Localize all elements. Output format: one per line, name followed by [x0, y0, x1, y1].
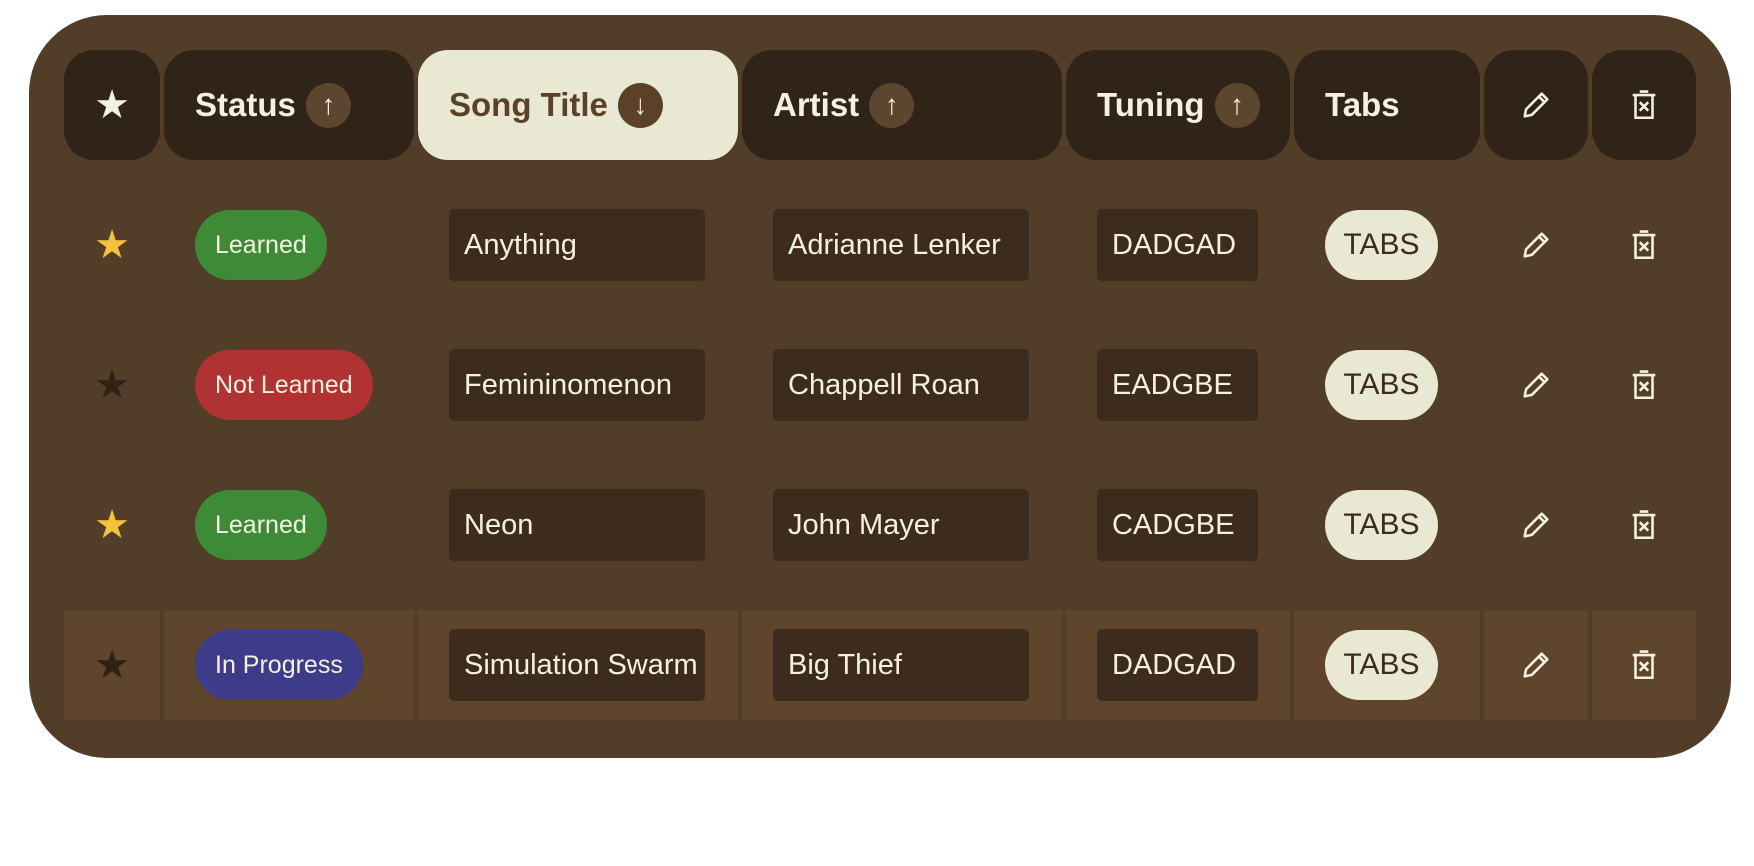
star-icon[interactable]: ★: [64, 645, 160, 685]
artist-cell: Adrianne Lenker: [742, 190, 1062, 300]
status-badge[interactable]: Learned: [195, 490, 327, 560]
sort-status-button[interactable]: ↑: [305, 82, 351, 128]
songs-table: ★ Status ↑ Song Title ↓ Artist ↑ Tuning …: [29, 15, 1731, 758]
edit-button[interactable]: [1484, 330, 1588, 440]
pencil-icon: [1523, 232, 1549, 258]
artist-field[interactable]: Big Thief: [773, 629, 1029, 701]
favorite-cell[interactable]: ★: [64, 330, 160, 440]
status-cell: Learned: [164, 470, 414, 580]
tabs-button[interactable]: TABS: [1325, 630, 1438, 700]
trash-x-icon: [1632, 230, 1656, 260]
edit-button[interactable]: [1484, 470, 1588, 580]
header-delete-cell: [1592, 50, 1696, 160]
tabs-cell: TABS: [1294, 330, 1480, 440]
artist-cell: Big Thief: [742, 610, 1062, 720]
arrow-up-icon: ↑: [884, 89, 899, 120]
favorite-cell[interactable]: ★: [64, 610, 160, 720]
delete-button[interactable]: [1592, 610, 1696, 720]
artist-cell: Chappell Roan: [742, 330, 1062, 440]
sort-tuning-button[interactable]: ↑: [1214, 82, 1260, 128]
header-artist-label: Artist: [773, 86, 860, 123]
pencil-icon: [1523, 652, 1549, 678]
tabs-button[interactable]: TABS: [1325, 350, 1438, 420]
table-row: ★ Learned Anything Adrianne Lenker DADGAD TAB…: [64, 190, 1696, 300]
tabs-cell: TABS: [1294, 190, 1480, 300]
header-song-title[interactable]: Song Title ↓: [418, 50, 738, 160]
title-cell: Neon: [418, 470, 738, 580]
table-row: ★ In Progress Simulation Swarm Big Thief DAD…: [64, 610, 1696, 720]
header-tuning[interactable]: Tuning ↑: [1066, 50, 1290, 160]
song-title-field[interactable]: Anything: [449, 209, 705, 281]
header-tuning-label: Tuning: [1097, 86, 1205, 123]
star-icon[interactable]: ★: [64, 505, 160, 545]
favorite-cell[interactable]: ★: [64, 470, 160, 580]
trash-x-icon: [1632, 510, 1656, 540]
arrow-up-icon: ↑: [1230, 89, 1245, 120]
star-icon[interactable]: ★: [64, 225, 160, 265]
status-badge[interactable]: Learned: [195, 210, 327, 280]
title-cell: Simulation Swarm: [418, 610, 738, 720]
title-cell: Anything: [418, 190, 738, 300]
delete-button[interactable]: [1592, 190, 1696, 300]
header-artist[interactable]: Artist ↑: [742, 50, 1062, 160]
pencil-icon: [1523, 372, 1549, 398]
header-tabs: Tabs: [1294, 50, 1480, 160]
header-status[interactable]: Status ↑: [164, 50, 414, 160]
tuning-field[interactable]: EADGBE: [1097, 349, 1258, 421]
header-favorite-cell[interactable]: ★: [64, 50, 160, 160]
title-cell: Femininomenon: [418, 330, 738, 440]
tuning-cell: EADGBE: [1066, 330, 1290, 440]
status-badge[interactable]: In Progress: [195, 630, 363, 700]
favorite-cell[interactable]: ★: [64, 190, 160, 300]
sort-title-button[interactable]: ↓: [617, 82, 663, 128]
tabs-button[interactable]: TABS: [1325, 210, 1438, 280]
tabs-cell: TABS: [1294, 610, 1480, 720]
status-cell: Not Learned: [164, 330, 414, 440]
tuning-cell: CADGBE: [1066, 470, 1290, 580]
artist-field[interactable]: Chappell Roan: [773, 349, 1029, 421]
table-row: ★ Learned Neon John Mayer CADGBE TABS: [64, 470, 1696, 580]
header-song-title-label: Song Title: [449, 86, 608, 123]
status-badge[interactable]: Not Learned: [195, 350, 373, 420]
trash-x-icon: [1632, 650, 1656, 680]
tabs-cell: TABS: [1294, 470, 1480, 580]
header-tabs-label: Tabs: [1325, 86, 1400, 123]
pencil-icon: [1523, 512, 1549, 538]
tuning-field[interactable]: DADGAD: [1097, 209, 1258, 281]
delete-button[interactable]: [1592, 330, 1696, 440]
tabs-button[interactable]: TABS: [1325, 490, 1438, 560]
artist-cell: John Mayer: [742, 470, 1062, 580]
status-cell: In Progress: [164, 610, 414, 720]
artist-field[interactable]: John Mayer: [773, 489, 1029, 561]
artist-field[interactable]: Adrianne Lenker: [773, 209, 1029, 281]
tuning-field[interactable]: CADGBE: [1097, 489, 1258, 561]
tuning-cell: DADGAD: [1066, 190, 1290, 300]
tuning-field[interactable]: DADGAD: [1097, 629, 1258, 701]
arrow-up-icon: ↑: [321, 89, 336, 120]
trash-x-icon: [1632, 370, 1656, 400]
arrow-down-icon: ↓: [633, 89, 648, 120]
header-edit-cell: [1484, 50, 1588, 160]
pencil-icon: [1523, 92, 1549, 118]
song-title-field[interactable]: Femininomenon: [449, 349, 705, 421]
status-cell: Learned: [164, 190, 414, 300]
edit-button[interactable]: [1484, 190, 1588, 300]
table-row: ★ Not Learned Femininomenon Chappell Roan EA…: [64, 330, 1696, 440]
sort-artist-button[interactable]: ↑: [869, 82, 915, 128]
song-title-field[interactable]: Neon: [449, 489, 705, 561]
tuning-cell: DADGAD: [1066, 610, 1290, 720]
header-status-label: Status: [195, 86, 296, 123]
delete-button[interactable]: [1592, 470, 1696, 580]
trash-x-icon: [1632, 90, 1656, 120]
star-icon[interactable]: ★: [64, 365, 160, 405]
song-title-field[interactable]: Simulation Swarm: [449, 629, 705, 701]
star-icon: ★: [94, 83, 130, 127]
table-header-row: ★ Status ↑ Song Title ↓ Artist ↑ Tuning …: [64, 50, 1696, 160]
edit-button[interactable]: [1484, 610, 1588, 720]
